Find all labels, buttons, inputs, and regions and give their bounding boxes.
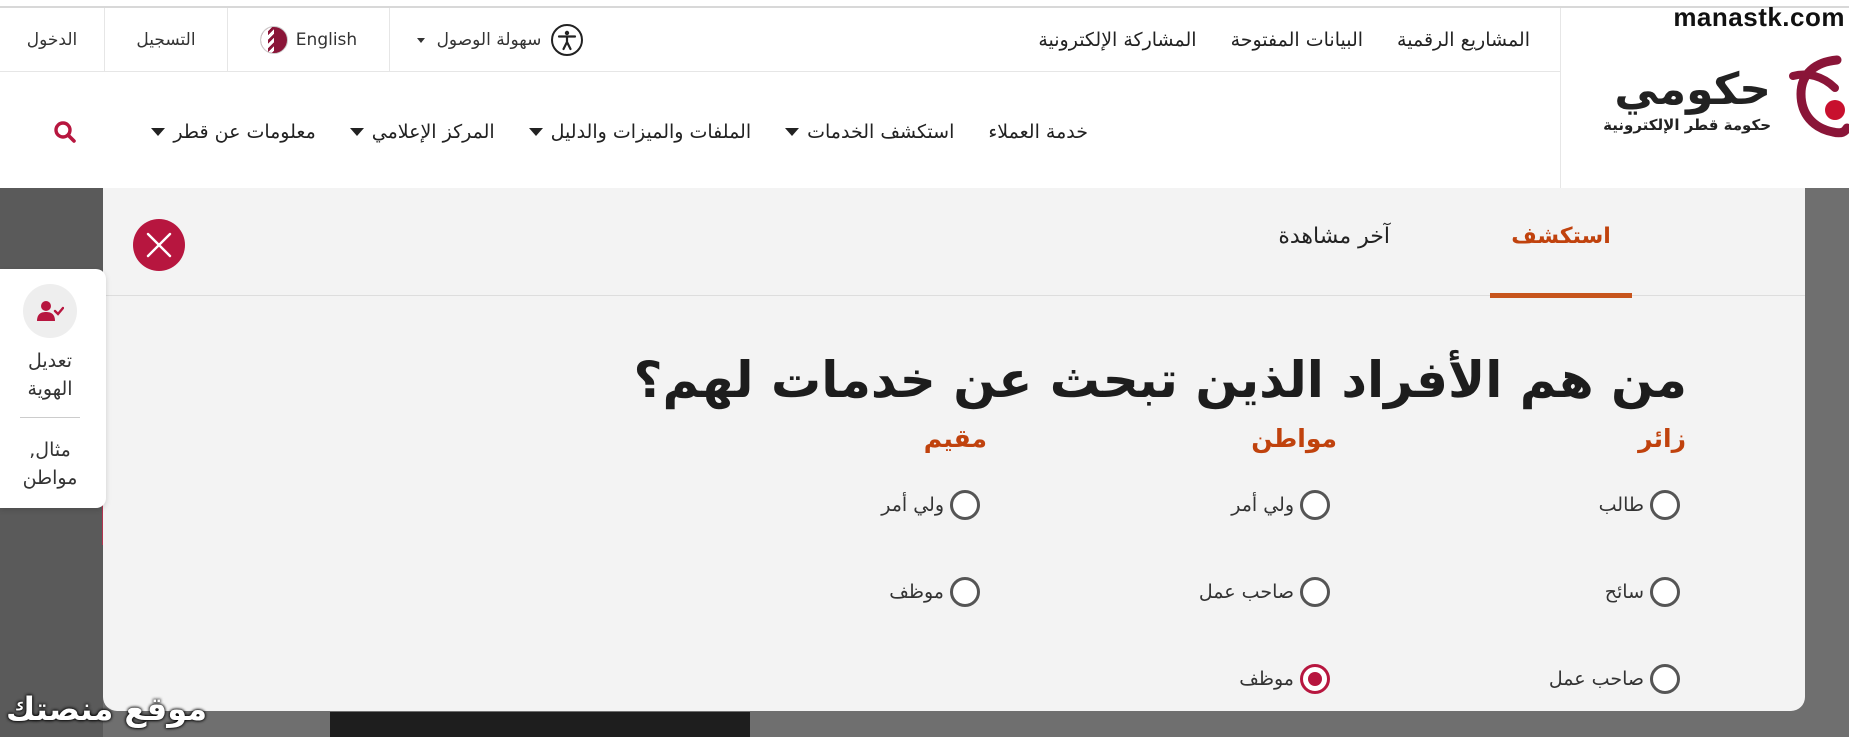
- option-visitor-tourist[interactable]: سائح: [1605, 577, 1680, 607]
- group-title-resident: مقيم: [923, 424, 987, 453]
- nav-media-center[interactable]: المركز الإعلامي: [349, 121, 495, 143]
- option-resident-employee[interactable]: موظف: [889, 577, 980, 607]
- search-icon: [54, 121, 76, 143]
- option-label: موظف: [1239, 668, 1294, 690]
- option-visitor-student[interactable]: طالب: [1599, 490, 1680, 520]
- chevron-down-icon: [349, 128, 364, 136]
- login-link[interactable]: الدخول: [0, 8, 105, 72]
- divider: [20, 417, 80, 418]
- accessibility-icon: [551, 24, 584, 56]
- chevron-down-icon: [416, 37, 425, 43]
- nav-items: خدمة العملاء استكشف الخدمات الملفات والم…: [151, 102, 1088, 162]
- radio-button[interactable]: [1300, 490, 1330, 520]
- language-switch[interactable]: English: [228, 8, 390, 72]
- e-participation-link[interactable]: المشاركة الإلكترونية: [1038, 29, 1196, 51]
- top-border: [0, 0, 1849, 8]
- background-image: [330, 712, 750, 737]
- radio-button[interactable]: [950, 577, 980, 607]
- logo-subtitle: حكومة قطر الإلكترونية: [1603, 116, 1771, 134]
- digital-projects-link[interactable]: المشاريع الرقمية: [1397, 29, 1530, 51]
- option-citizen-guardian[interactable]: ولي أمر: [1231, 490, 1330, 520]
- nav-customer-service[interactable]: خدمة العملاء: [988, 121, 1088, 143]
- utility-bar: الدخول التسجيل English سهولة الوصول المش…: [0, 8, 1560, 72]
- nav-label: الملفات والميزات والدليل: [550, 121, 752, 143]
- chevron-down-icon: [151, 128, 166, 136]
- login-label: الدخول: [26, 30, 78, 50]
- close-button[interactable]: [133, 219, 185, 271]
- radio-button[interactable]: [950, 490, 980, 520]
- tab-bar: استكشف آخر مشاهدة: [103, 188, 1805, 298]
- register-link[interactable]: التسجيل: [105, 8, 228, 72]
- accessibility-menu[interactable]: سهولة الوصول: [390, 8, 610, 72]
- edit-identity-label-2: الهوية: [27, 378, 73, 400]
- tab-recently-viewed[interactable]: آخر مشاهدة: [1278, 224, 1390, 249]
- option-label: ولي أمر: [881, 494, 944, 516]
- close-icon: [146, 232, 172, 258]
- radio-button-selected[interactable]: [1300, 664, 1330, 694]
- option-label: ولي أمر: [1231, 494, 1294, 516]
- search-button[interactable]: [30, 97, 100, 167]
- nav-label: معلومات عن قطر: [173, 121, 316, 143]
- hukoomi-logo-icon: [1789, 55, 1849, 138]
- radio-button[interactable]: [1650, 664, 1680, 694]
- option-resident-guardian[interactable]: ولي أمر: [881, 490, 980, 520]
- user-edit-icon: [23, 284, 77, 338]
- services-explorer-panel: استكشف آخر مشاهدة من هم الأفراد الذين تب…: [103, 188, 1805, 711]
- nav-files-features[interactable]: الملفات والميزات والدليل: [528, 121, 752, 143]
- nav-explore-services[interactable]: استكشف الخدمات: [785, 121, 954, 143]
- nav-label: استكشف الخدمات: [807, 121, 955, 143]
- tab-explore[interactable]: استكشف: [1490, 224, 1632, 298]
- option-label: موظف: [889, 581, 944, 603]
- site-name-watermark: موقع منصتك: [6, 690, 208, 728]
- site-url-watermark: manastk.com: [1673, 2, 1845, 32]
- open-data-link[interactable]: البيانات المفتوحة: [1231, 29, 1363, 51]
- nav-label: خدمة العملاء: [988, 121, 1088, 143]
- option-label: صاحب عمل: [1198, 581, 1294, 603]
- accessibility-label: سهولة الوصول: [436, 30, 542, 50]
- utility-links: المشاريع الرقمية البيانات المفتوحة المشا…: [1038, 8, 1560, 72]
- radio-button[interactable]: [1300, 577, 1330, 607]
- option-citizen-employee[interactable]: موظف: [1239, 664, 1330, 694]
- nav-about-qatar[interactable]: معلومات عن قطر: [151, 121, 316, 143]
- option-label: سائح: [1604, 581, 1644, 603]
- group-title-visitor: زائر: [1638, 424, 1686, 453]
- site-header: الدخول التسجيل English سهولة الوصول المش…: [0, 2, 1849, 188]
- group-title-citizen: مواطن: [1251, 424, 1337, 453]
- example-label-1: مثال,: [29, 439, 71, 461]
- chevron-down-icon: [528, 128, 543, 136]
- qatar-flag-icon: [259, 26, 288, 54]
- option-label: صاحب عمل: [1548, 668, 1644, 690]
- option-citizen-business-owner[interactable]: صاحب عمل: [1199, 577, 1330, 607]
- page-title: من هم الأفراد الذين تبحث عن خدمات لهم؟: [633, 351, 1687, 409]
- example-label-2: مواطن: [22, 467, 78, 489]
- logo-name: حكومي: [1614, 64, 1771, 115]
- register-label: التسجيل: [136, 30, 196, 50]
- chevron-down-icon: [785, 128, 800, 136]
- edit-identity-label-1: تعديل: [27, 350, 73, 372]
- option-visitor-business-owner[interactable]: صاحب عمل: [1549, 664, 1680, 694]
- radio-button[interactable]: [1650, 490, 1680, 520]
- nav-label: المركز الإعلامي: [371, 121, 495, 143]
- logo[interactable]: manastk.com حكومي حكومة قطر الإلكترونية: [1560, 2, 1849, 188]
- radio-button[interactable]: [1650, 577, 1680, 607]
- identity-widget[interactable]: تعديل الهوية مثال, مواطن: [0, 269, 106, 508]
- language-label: English: [295, 30, 358, 50]
- option-label: طالب: [1598, 494, 1644, 516]
- main-navigation: خدمة العملاء استكشف الخدمات الملفات والم…: [0, 72, 1560, 188]
